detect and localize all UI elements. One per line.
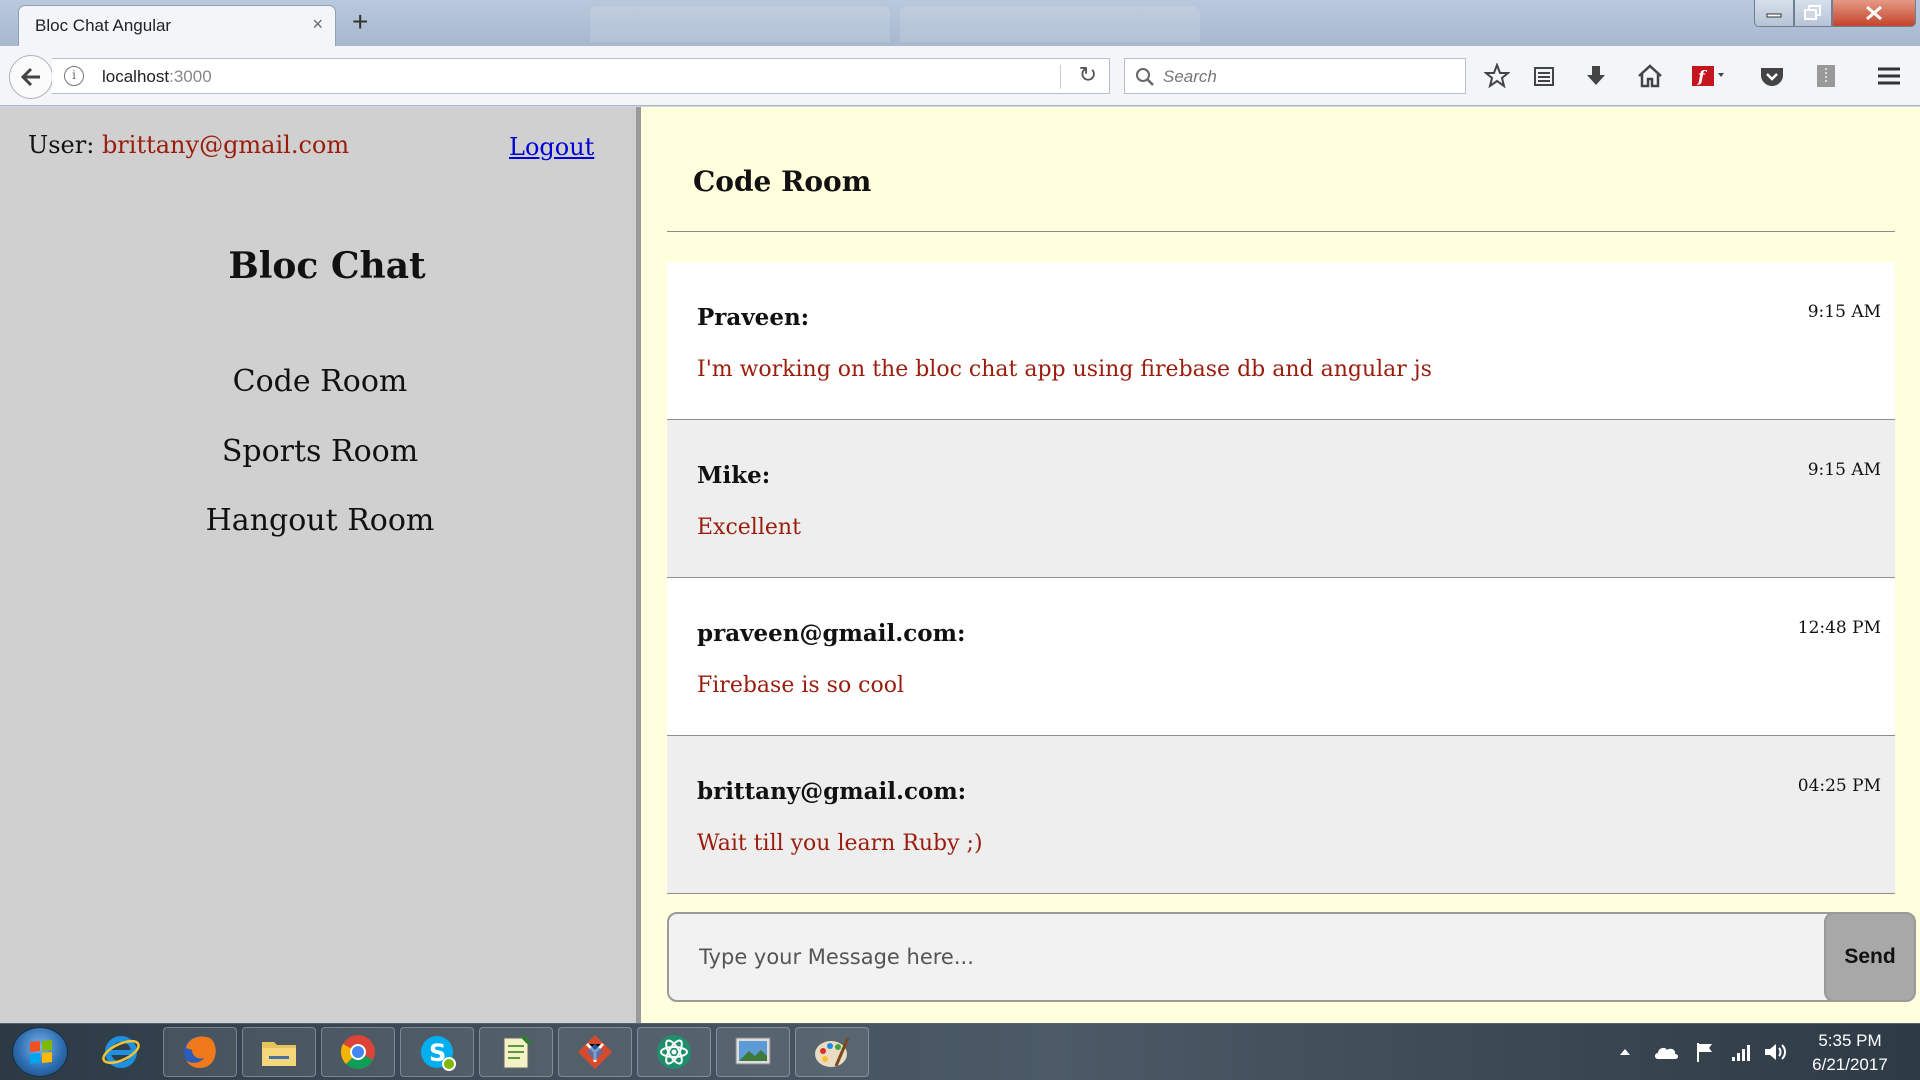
skype-icon[interactable]: S <box>400 1027 474 1077</box>
url-text[interactable]: localhost:3000 <box>102 67 212 87</box>
git-icon[interactable] <box>558 1027 632 1077</box>
network-icon[interactable] <box>1728 1040 1754 1064</box>
extension-icon[interactable] <box>1810 60 1842 92</box>
restore-icon <box>1804 5 1821 20</box>
search-bar[interactable]: Search <box>1124 58 1466 94</box>
page-content: User: brittany@gmail.com Logout Bloc Cha… <box>0 107 1920 1023</box>
browser-titlebar: Bloc Chat Angular × + <box>0 0 1920 47</box>
start-button[interactable] <box>12 1027 68 1077</box>
bookmark-star-icon[interactable] <box>1481 60 1513 92</box>
photo-viewer-icon[interactable] <box>716 1027 790 1077</box>
close-icon <box>1866 5 1882 21</box>
back-button[interactable] <box>9 55 53 99</box>
user-email: brittany@gmail.com <box>101 131 350 159</box>
app-title: Bloc Chat <box>228 245 426 287</box>
menu-icon[interactable] <box>1873 60 1905 92</box>
divider <box>1060 65 1061 89</box>
file-explorer-icon[interactable] <box>242 1027 316 1077</box>
reload-icon[interactable]: ↻ <box>1079 62 1097 88</box>
url-port: :3000 <box>169 67 212 86</box>
message-author: praveen@gmail.com: <box>697 620 966 647</box>
search-icon <box>1136 68 1154 86</box>
message-input[interactable] <box>669 914 1897 1000</box>
background-tab[interactable] <box>590 6 890 42</box>
volume-icon[interactable] <box>1762 1040 1788 1064</box>
message-list: Praveen: 9:15 AM I'm working on the bloc… <box>667 262 1895 894</box>
message-time: 04:25 PM <box>1797 776 1881 796</box>
clock-date[interactable]: 6/21/2017 <box>1805 1055 1895 1075</box>
message-text: I'm working on the bloc chat app using f… <box>697 357 1432 382</box>
user-label: User: <box>28 131 102 159</box>
message-author: Mike: <box>697 462 771 489</box>
onedrive-icon[interactable] <box>1653 1040 1679 1064</box>
browser-navbar: i localhost:3000 ↻ Search f <box>0 46 1920 106</box>
chat-panel: Code Room Praveen: 9:15 AM I'm working o… <box>641 107 1920 1023</box>
pocket-icon[interactable] <box>1756 60 1788 92</box>
internet-explorer-icon[interactable] <box>84 1027 158 1077</box>
chrome-icon[interactable] <box>321 1027 395 1077</box>
minimize-button[interactable] <box>1754 0 1794 27</box>
room-item-code[interactable]: Code Room <box>2 364 638 399</box>
atom-icon[interactable] <box>637 1027 711 1077</box>
current-user: User: brittany@gmail.com <box>28 131 349 159</box>
restore-button[interactable] <box>1794 0 1832 27</box>
message-author: brittany@gmail.com: <box>697 778 967 805</box>
show-hidden-icons[interactable] <box>1612 1040 1638 1064</box>
windows-taskbar: S 5:35 PM 6/21/2017 <box>0 1023 1920 1080</box>
back-icon <box>20 67 40 87</box>
message-text: Wait till you learn Ruby ;) <box>697 831 983 856</box>
message-item: brittany@gmail.com: 04:25 PM Wait till y… <box>667 736 1895 894</box>
firefox-icon[interactable] <box>163 1027 237 1077</box>
message-item: Praveen: 9:15 AM I'm working on the bloc… <box>667 262 1895 420</box>
reading-list-icon[interactable] <box>1528 60 1560 92</box>
address-bar[interactable]: i localhost:3000 ↻ <box>52 58 1110 94</box>
notepad-icon[interactable] <box>479 1027 553 1077</box>
message-item: Mike: 9:15 AM Excellent <box>667 420 1895 578</box>
message-time: 9:15 AM <box>1807 302 1881 322</box>
room-item-hangout[interactable]: Hangout Room <box>2 503 638 538</box>
logout-link[interactable]: Logout <box>509 133 594 161</box>
tab-title: Bloc Chat Angular <box>35 16 172 35</box>
flash-icon[interactable]: f <box>1688 60 1732 92</box>
room-item-sports[interactable]: Sports Room <box>2 434 638 469</box>
background-tab[interactable] <box>900 6 1200 42</box>
divider <box>667 231 1895 232</box>
window-controls <box>1754 0 1916 27</box>
sidebar: User: brittany@gmail.com Logout Bloc Cha… <box>2 107 636 1023</box>
url-host: localhost <box>102 67 170 86</box>
new-tab-button[interactable]: + <box>352 6 368 38</box>
action-center-flag-icon[interactable] <box>1692 1040 1718 1064</box>
home-icon[interactable] <box>1634 60 1666 92</box>
browser-tab-active[interactable]: Bloc Chat Angular × <box>18 5 336 47</box>
tab-close-icon[interactable]: × <box>312 14 323 35</box>
clock-time[interactable]: 5:35 PM <box>1805 1031 1895 1051</box>
send-button[interactable]: Send <box>1824 912 1916 1002</box>
close-window-button[interactable] <box>1832 0 1916 27</box>
message-text: Firebase is so cool <box>697 673 905 698</box>
minimize-icon <box>1766 13 1782 18</box>
message-time: 12:48 PM <box>1797 618 1881 638</box>
message-author: Praveen: <box>697 304 810 331</box>
compose-box <box>667 912 1899 1002</box>
paint-icon[interactable] <box>795 1027 869 1077</box>
room-title: Code Room <box>693 165 872 198</box>
message-text: Excellent <box>697 515 801 540</box>
search-placeholder: Search <box>1163 67 1217 86</box>
info-icon[interactable]: i <box>64 66 84 86</box>
message-item: praveen@gmail.com: 12:48 PM Firebase is … <box>667 578 1895 736</box>
download-icon[interactable] <box>1580 60 1612 92</box>
windows-logo-icon <box>30 1040 52 1064</box>
message-time: 9:15 AM <box>1807 460 1881 480</box>
